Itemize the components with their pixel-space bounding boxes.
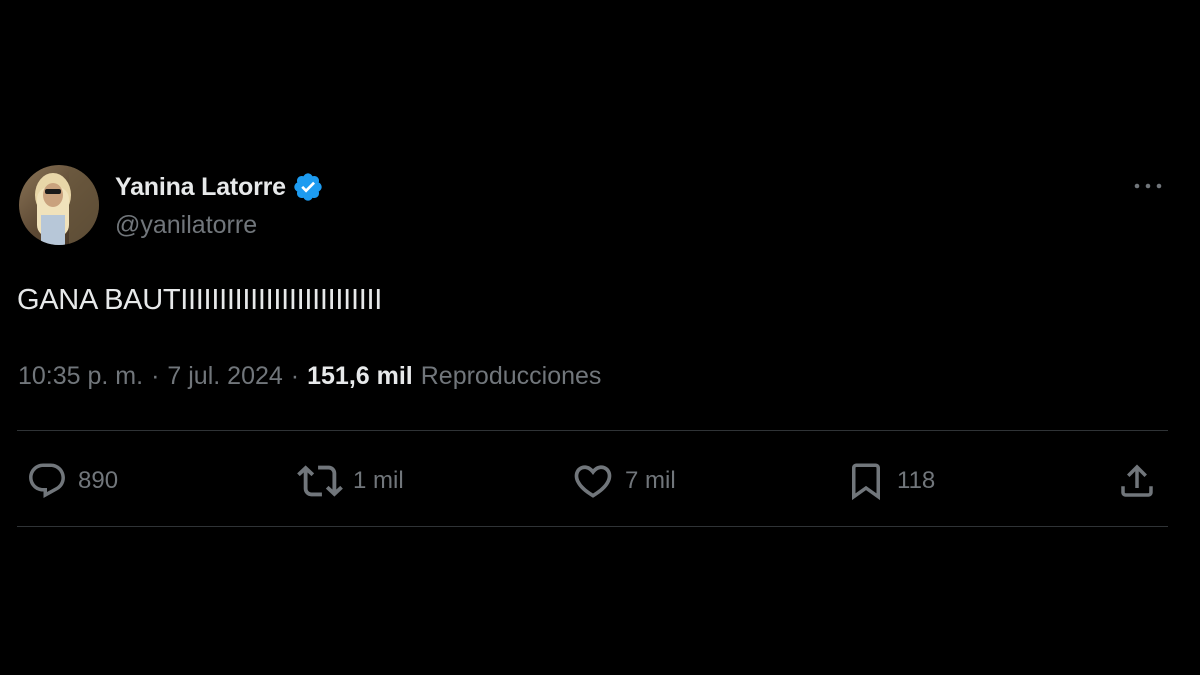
- views-count: 151,6 mil: [307, 362, 413, 390]
- author-display-name[interactable]: Yanina Latorre: [115, 173, 286, 202]
- share-icon: [1121, 464, 1153, 497]
- avatar[interactable]: [19, 165, 99, 245]
- like-button[interactable]: 7 mil: [571, 458, 676, 504]
- tweet-card: Yanina Latorre @yanilatorre GANA BAUTIII…: [0, 0, 1200, 675]
- tweet-meta: 10:35 p. m. · 7 jul. 2024 · 151,6 mil Re…: [18, 362, 601, 391]
- bookmark-icon: [852, 463, 880, 501]
- reply-icon: [29, 463, 65, 498]
- divider: [17, 430, 1168, 431]
- author-handle[interactable]: @yanilatorre: [115, 211, 257, 240]
- repost-icon: [297, 465, 343, 497]
- meta-separator: ·: [290, 362, 300, 390]
- more-options-icon: [1134, 183, 1162, 189]
- repost-button[interactable]: 1 mil: [297, 458, 404, 504]
- meta-separator: ·: [151, 362, 160, 390]
- tweet-time[interactable]: 10:35 p. m.: [18, 362, 143, 391]
- author-name-row: Yanina Latorre: [115, 170, 324, 204]
- avatar-image: [19, 165, 99, 245]
- bookmark-button[interactable]: 118: [845, 458, 935, 504]
- reply-button[interactable]: 890: [26, 458, 118, 504]
- verified-badge-icon: [292, 171, 324, 203]
- tweet-text: GANA BAUTIIIIIIIIIIIIIIIIIIIIIIIIII: [17, 284, 382, 316]
- bookmark-count: 118: [897, 467, 936, 494]
- like-count: 7 mil: [625, 467, 676, 494]
- repost-count: 1 mil: [353, 467, 404, 494]
- tweet-date[interactable]: 7 jul. 2024: [167, 362, 282, 391]
- divider: [17, 526, 1168, 527]
- like-icon: [574, 465, 612, 498]
- views-label: Reproducciones: [420, 362, 602, 390]
- more-options-button[interactable]: [1128, 172, 1168, 200]
- reply-count: 890: [78, 467, 119, 494]
- share-button[interactable]: [1116, 458, 1158, 504]
